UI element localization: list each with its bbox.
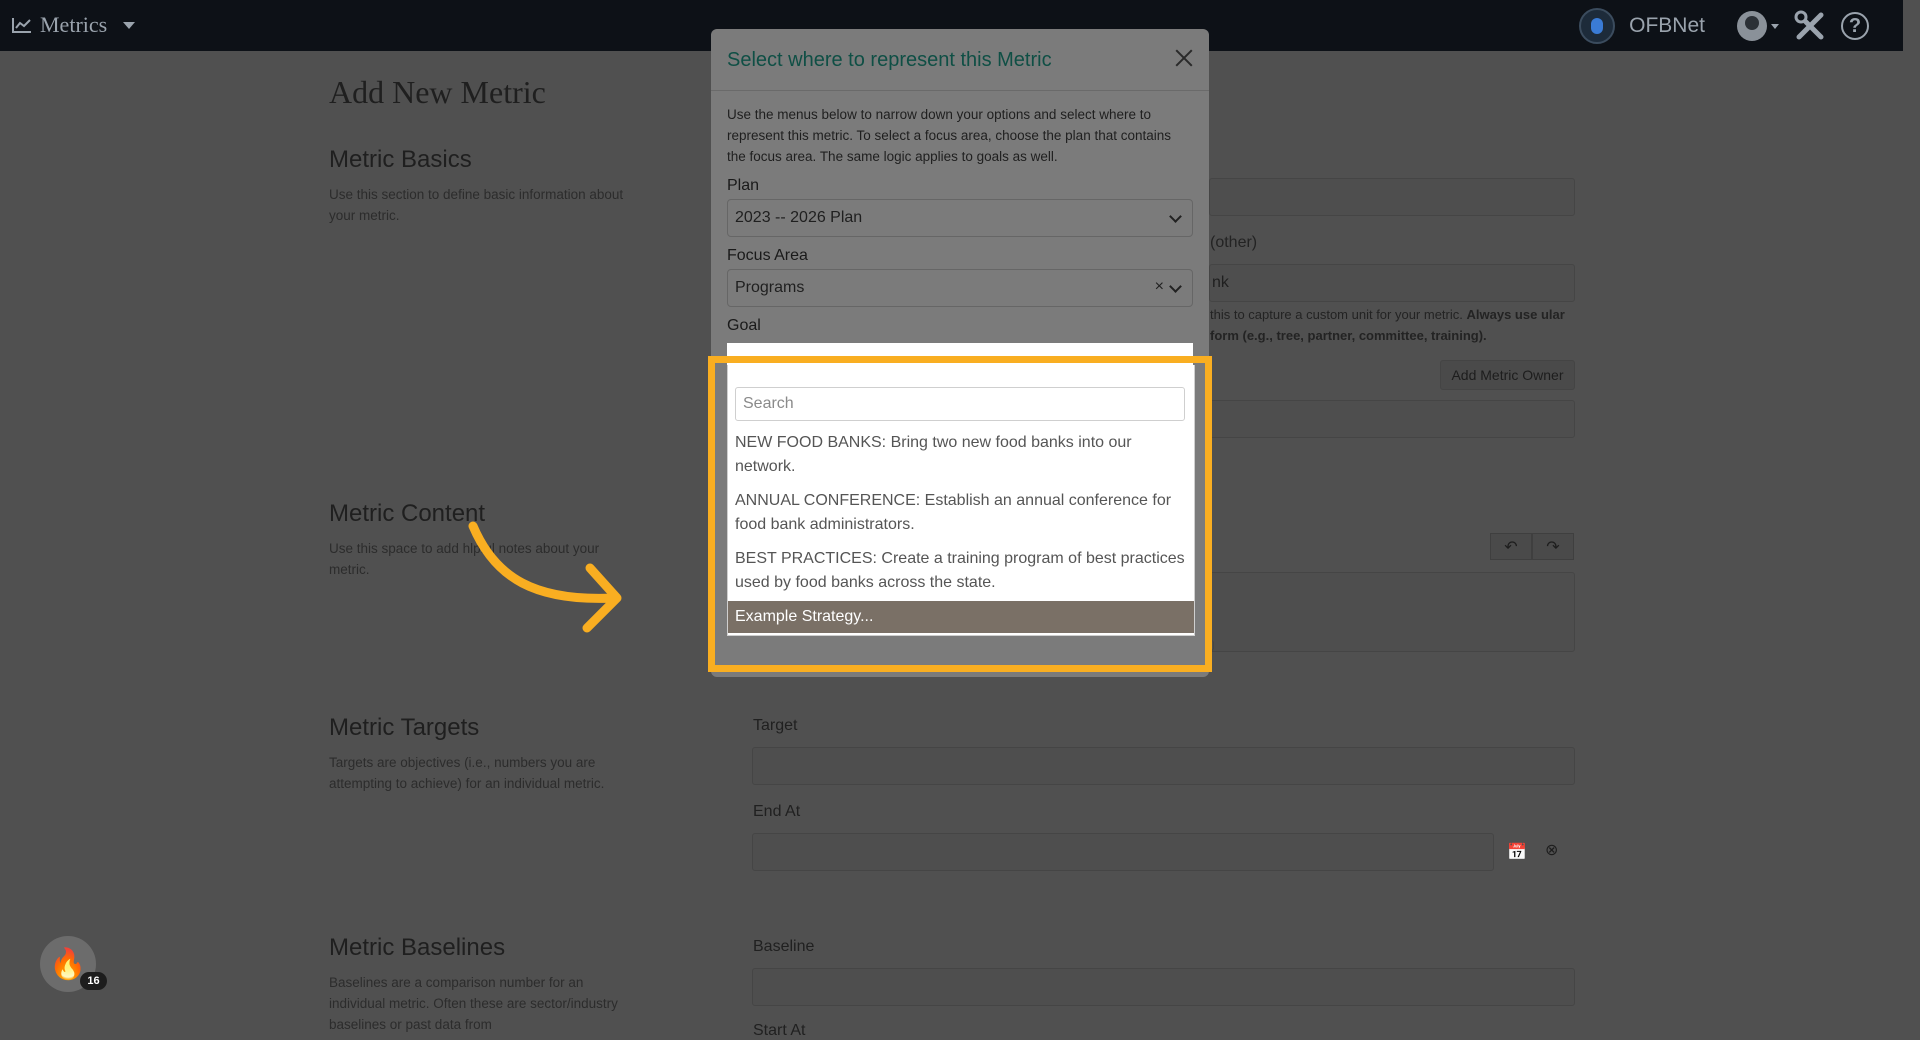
target-label: Target xyxy=(753,717,798,734)
caret-down-icon xyxy=(123,21,136,29)
calendar-icon[interactable]: 📅 xyxy=(1507,842,1527,862)
chevron-down-icon xyxy=(1169,280,1182,293)
unit-input-value: nk xyxy=(1212,274,1229,291)
target-input[interactable] xyxy=(752,747,1575,785)
user-menu[interactable] xyxy=(1737,11,1779,41)
clear-date-icon[interactable]: ⊗ xyxy=(1545,840,1558,860)
avatar xyxy=(1737,11,1767,41)
tools-icon[interactable] xyxy=(1793,9,1827,43)
section-description: Use this section to define basic informa… xyxy=(329,187,624,223)
plan-select[interactable]: 2023 -- 2026 Plan xyxy=(727,199,1193,237)
org-logo-icon xyxy=(1579,8,1616,44)
section-description: Baselines are a comparison number for an… xyxy=(329,975,618,1032)
notification-count-badge: 16 xyxy=(80,972,107,990)
metric-targets-section: Metric Targets Targets are objectives (i… xyxy=(329,714,629,794)
unit-other-label: (other) xyxy=(1210,234,1258,251)
start-at-label: Start At xyxy=(753,1022,806,1039)
goal-label: Goal xyxy=(727,317,761,334)
undo-icon[interactable]: ↶ xyxy=(1490,533,1532,560)
page-title: Add New Metric xyxy=(329,74,546,110)
pointer-arrow-icon xyxy=(468,521,622,633)
add-metric-owner-button[interactable]: Add Metric Owner xyxy=(1440,360,1575,390)
focus-area-select[interactable]: Programs × xyxy=(727,269,1193,307)
content-editor[interactable] xyxy=(1209,572,1575,652)
line-chart-icon xyxy=(12,18,31,33)
unit-help-text: this to capture a custom unit for your m… xyxy=(1210,307,1565,343)
section-title: Metric Basics xyxy=(329,146,472,173)
navbar-right: OFBNet ? xyxy=(1579,8,1869,44)
modal-header: Select where to represent this Metric xyxy=(711,29,1209,91)
focus-area-select-value: Programs xyxy=(735,279,805,296)
plan-label: Plan xyxy=(727,177,760,194)
modal-body: Use the menus below to narrow down your … xyxy=(711,91,1209,335)
page-scrollbar[interactable] xyxy=(1903,0,1920,1031)
metric-basics-section: Metric Basics Use this section to define… xyxy=(329,146,629,226)
highlight-frame xyxy=(708,356,1212,672)
metric-name-input[interactable] xyxy=(1209,178,1575,216)
end-at-input[interactable] xyxy=(752,833,1494,871)
clear-selection-icon[interactable]: × xyxy=(1155,278,1164,296)
redo-icon[interactable]: ↷ xyxy=(1532,533,1574,560)
baseline-label: Baseline xyxy=(753,938,815,955)
plan-select-value: 2023 -- 2026 Plan xyxy=(735,209,863,226)
baseline-input[interactable] xyxy=(752,968,1575,1006)
metric-baselines-section: Metric Baselines Baselines are a compari… xyxy=(329,934,629,1035)
unit-input[interactable]: nk xyxy=(1209,264,1575,302)
chevron-down-icon xyxy=(1169,210,1182,223)
app-name: Metrics xyxy=(40,12,108,37)
modal-title: Select where to represent this Metric xyxy=(727,49,1052,71)
help-icon[interactable]: ? xyxy=(1841,12,1869,40)
modal-description: Use the menus below to narrow down your … xyxy=(727,107,1171,164)
caret-down-icon xyxy=(1771,23,1779,29)
section-title: Metric Targets xyxy=(329,714,480,741)
org-name: OFBNet xyxy=(1629,14,1705,37)
end-at-label: End At xyxy=(753,803,801,820)
editor-toolbar: ↶ ↷ xyxy=(1490,533,1574,560)
metric-owner-input[interactable] xyxy=(1209,400,1575,438)
section-title: Metric Baselines xyxy=(329,934,506,961)
app-switcher[interactable]: Metrics xyxy=(12,12,136,38)
section-description: Targets are objectives (i.e., numbers yo… xyxy=(329,755,605,791)
focus-area-label: Focus Area xyxy=(727,247,808,264)
close-icon[interactable] xyxy=(1173,47,1195,69)
